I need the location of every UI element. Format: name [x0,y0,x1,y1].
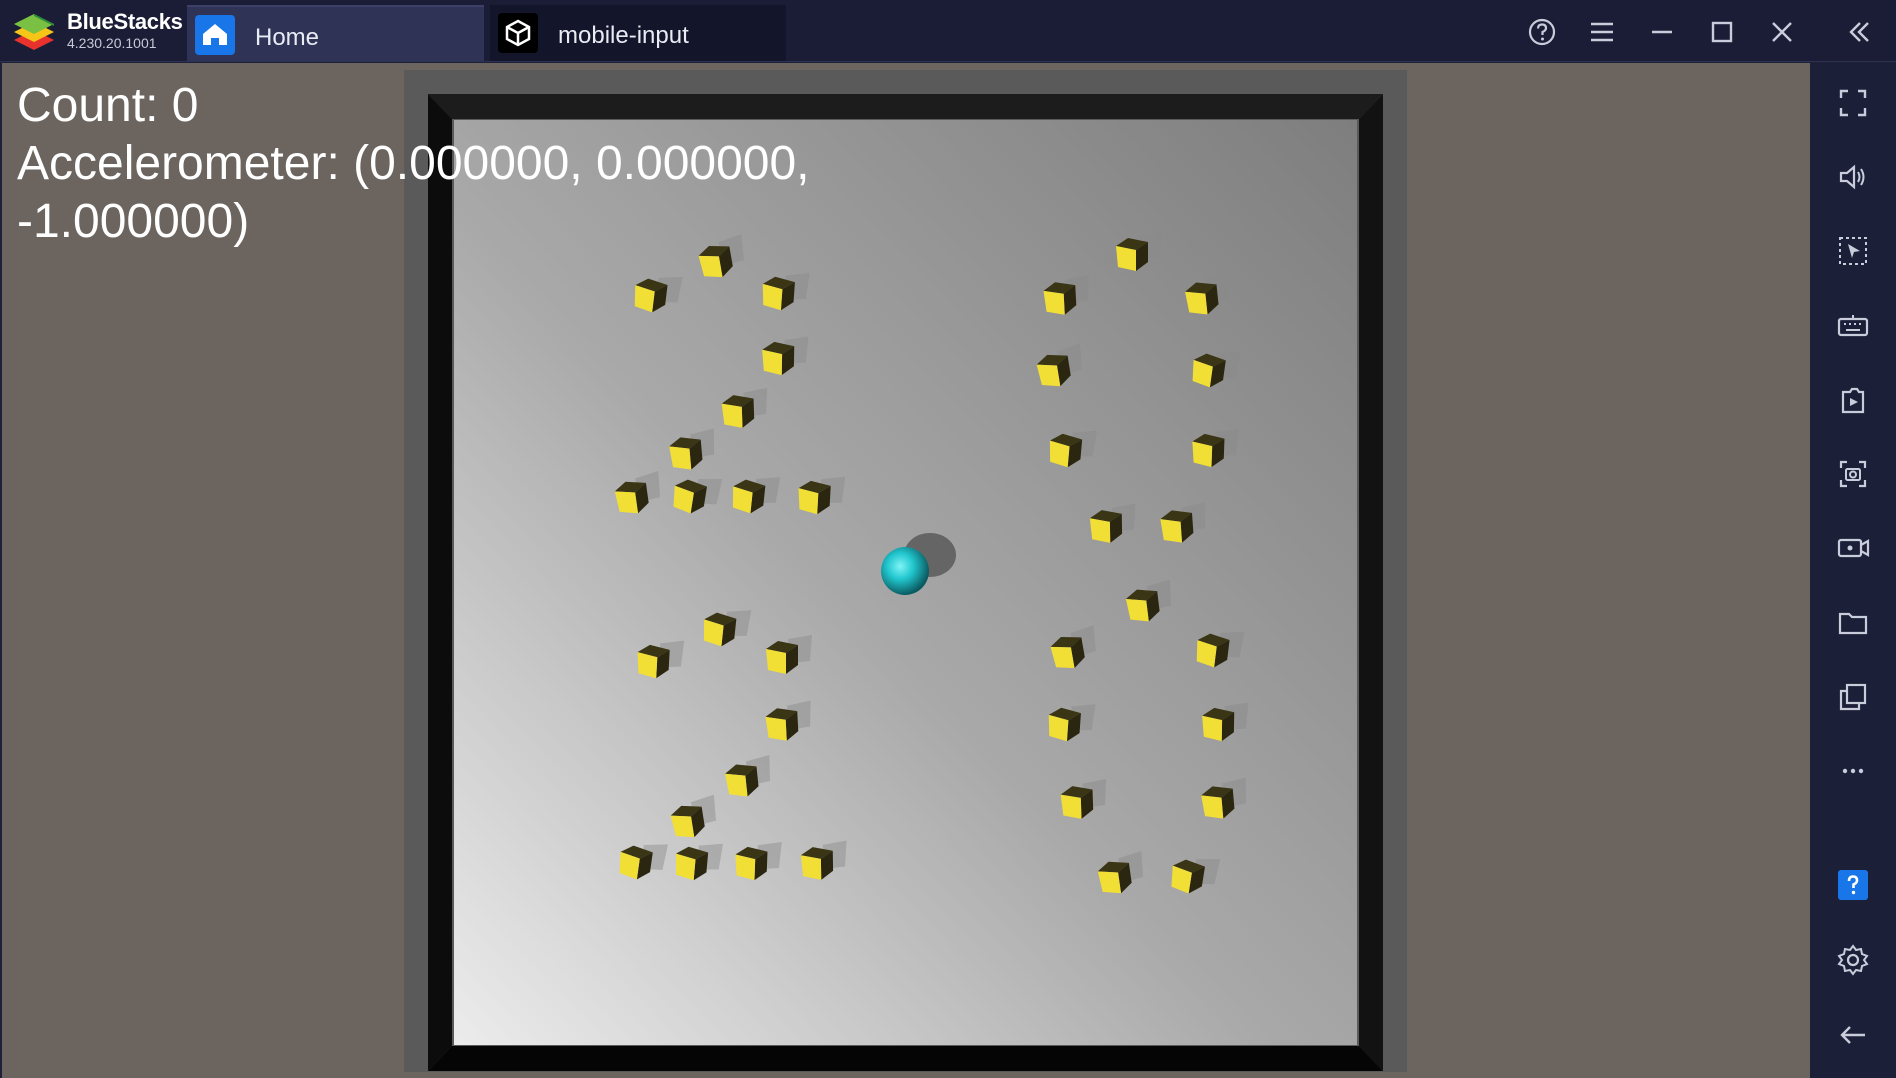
pointer-icon[interactable] [1833,231,1873,271]
install-apk-icon[interactable] [1833,380,1873,420]
settings-icon[interactable] [1833,940,1873,980]
title-bar: BlueStacks 4.230.20.1001 Home mobile-inp… [0,0,1896,62]
tab-mobile-input-label: mobile-input [558,22,689,49]
unity-icon [498,13,538,53]
folder-icon[interactable] [1833,603,1873,643]
multi-instance-icon[interactable] [1833,677,1873,717]
help-button-icon[interactable] [1833,865,1873,905]
fullscreen-icon[interactable] [1833,83,1873,123]
tab-home[interactable]: Home [187,5,484,61]
keyboard-icon[interactable] [1833,306,1873,346]
more-icon[interactable] [1833,751,1873,791]
screenshot-icon[interactable] [1833,454,1873,494]
back-icon[interactable] [1833,1015,1873,1055]
bluestacks-logo [10,10,58,52]
help-icon[interactable] [1522,12,1562,52]
right-sidebar [1810,63,1896,1078]
accelerometer-text-line1: Accelerometer: (0.000000, 0.000000, [17,137,810,190]
hud: Count: 0 Accelerometer: (0.000000, 0.000… [17,77,810,251]
maximize-icon[interactable] [1702,12,1742,52]
count-text: Count: 0 [17,79,199,132]
collapse-sidebar-icon[interactable] [1838,12,1878,52]
home-icon [195,15,235,55]
minimize-icon[interactable] [1642,12,1682,52]
tab-home-label: Home [255,24,320,51]
wall-right [1359,94,1383,1071]
menu-icon[interactable] [1582,12,1622,52]
record-icon[interactable] [1833,528,1873,568]
player-ball [881,547,929,595]
game-viewport[interactable]: Count: 0 Accelerometer: (0.000000, 0.000… [2,63,1810,1078]
wall-bottom [428,1046,1383,1071]
close-icon[interactable] [1762,12,1802,52]
tab-mobile-input[interactable]: mobile-input [490,5,786,61]
accelerometer-text-line2: -1.000000) [17,195,250,248]
volume-icon[interactable] [1833,157,1873,197]
app-name: BlueStacks [67,9,183,34]
app-version: 4.230.20.1001 [67,35,157,51]
